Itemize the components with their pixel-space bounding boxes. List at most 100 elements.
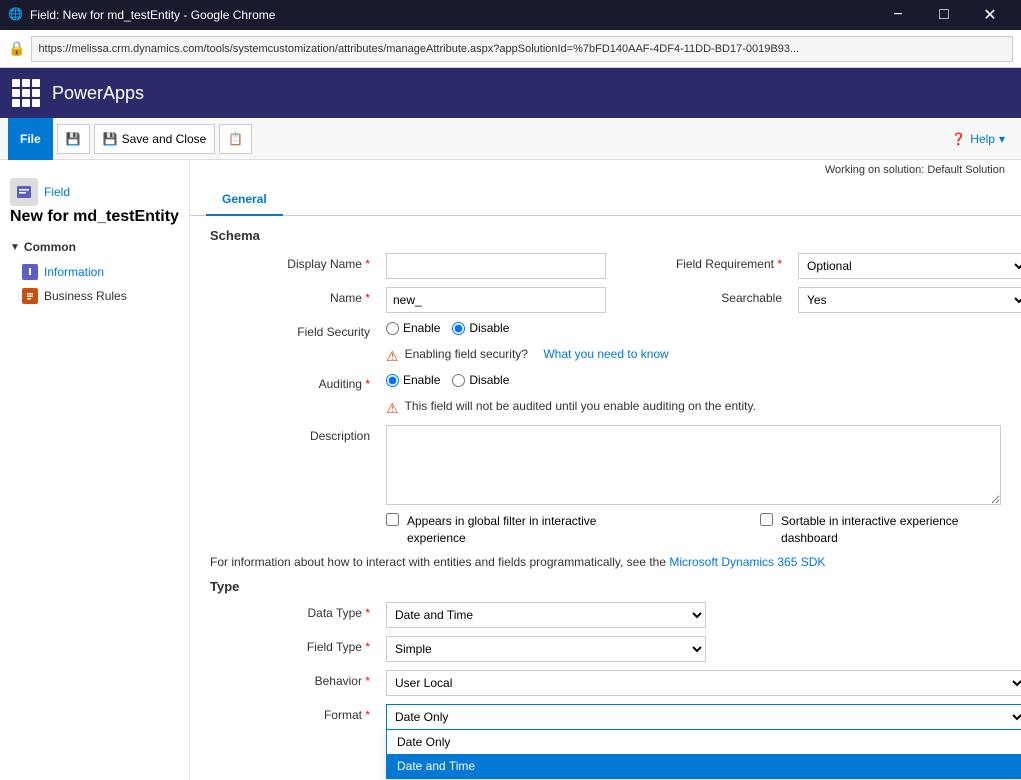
file-tab[interactable]: File	[8, 118, 53, 160]
description-row: Description	[210, 425, 1001, 505]
searchable-field: Yes No	[798, 287, 1021, 313]
app-name: PowerApps	[52, 83, 144, 104]
triangle-icon: ▼	[10, 242, 20, 253]
toolbar: File 💾 💾 Save and Close 📋 ❓ Help ▾	[0, 118, 1021, 160]
sortable-checkbox[interactable]	[760, 513, 773, 526]
field-requirement-field: Optional Business Recommended Business R…	[798, 253, 1021, 279]
global-filter-item: Appears in global filter in interactive …	[386, 513, 640, 547]
field-security-field: Enable Disable	[386, 321, 1001, 335]
window-title: Field: New for md_testEntity - Google Ch…	[30, 8, 875, 22]
save-disk-icon: 💾	[66, 132, 81, 146]
display-name-input[interactable]	[386, 253, 606, 279]
lock-icon: 🔒	[8, 40, 25, 57]
help-icon: ❓	[951, 132, 966, 146]
format-label: Format *	[210, 704, 370, 722]
data-type-select[interactable]: Date and Time Single Line of Text Whole …	[386, 602, 706, 628]
dropdown-item-date-only[interactable]: Date Only	[387, 730, 1021, 754]
global-filter-checkbox[interactable]	[386, 513, 399, 526]
display-name-label: Display Name *	[210, 253, 370, 271]
field-requirement-select[interactable]: Optional Business Recommended Business R…	[798, 253, 1021, 279]
field-type-label: Field Type *	[210, 636, 370, 654]
searchable-select[interactable]: Yes No	[798, 287, 1021, 313]
form-body: Schema Display Name * Field Requirement …	[190, 216, 1021, 780]
main-area: Field New for md_testEntity ▼ Common Inf…	[0, 160, 1021, 780]
behavior-select[interactable]: User Local Date Only Time Zone Independe…	[386, 670, 1021, 696]
field-security-row: Field Security Enable Disable	[210, 321, 1001, 339]
format-row: Format * Date Only Date and Time Date On…	[210, 704, 1001, 730]
tab-general[interactable]: General	[206, 184, 283, 216]
description-label: Description	[210, 425, 370, 443]
sidebar-item-business-rules[interactable]: Business Rules	[0, 284, 189, 308]
field-security-disable-radio[interactable]	[452, 322, 465, 335]
name-label: Name *	[210, 287, 370, 305]
sidebar-section-common[interactable]: ▼ Common	[0, 234, 189, 260]
entity-icon	[10, 178, 38, 206]
display-name-row: Display Name * Field Requirement * Optio…	[210, 253, 1001, 279]
format-dropdown-menu: Date Only Date and Time	[386, 730, 1021, 779]
close-button[interactable]: ✕	[967, 0, 1013, 30]
chrome-icon: 🌐	[8, 7, 24, 23]
format-select[interactable]: Date Only Date and Time	[386, 704, 1021, 730]
type-section-header: Type	[210, 579, 1001, 594]
waffle-icon[interactable]	[12, 79, 40, 107]
field-security-link[interactable]: What you need to know	[543, 347, 668, 361]
name-row: Name * Searchable Yes No	[210, 287, 1001, 313]
sortable-label: Sortable in interactive experience dashb…	[781, 513, 1001, 547]
save-close-icon: 💾	[103, 132, 118, 146]
field-security-label: Field Security	[210, 321, 370, 339]
info-link-row: For information about how to interact wi…	[210, 555, 1001, 569]
auditing-warn-row: ⚠ This field will not be audited until y…	[386, 399, 1001, 417]
field-breadcrumb[interactable]: Field	[44, 185, 70, 199]
name-input[interactable]	[386, 287, 606, 313]
field-type-field: Simple	[386, 636, 1001, 662]
behavior-row: Behavior * User Local Date Only Time Zon…	[210, 670, 1001, 696]
field-security-warn-icon: ⚠	[386, 348, 399, 365]
auditing-disable-label[interactable]: Disable	[452, 373, 509, 387]
help-button[interactable]: ❓ Help ▾	[943, 128, 1013, 150]
working-solution: Working on solution: Default Solution	[825, 160, 1005, 180]
auditing-enable-label[interactable]: Enable	[386, 373, 440, 387]
auditing-field: Enable Disable	[386, 373, 1001, 387]
searchable-label: Searchable	[622, 287, 782, 305]
address-input[interactable]	[31, 36, 1013, 62]
field-security-enable-radio[interactable]	[386, 322, 399, 335]
description-field	[386, 425, 1001, 505]
data-type-field: Date and Time Single Line of Text Whole …	[386, 602, 1001, 628]
auditing-radio-group: Enable Disable	[386, 373, 509, 387]
auditing-disable-radio[interactable]	[452, 374, 465, 387]
display-name-field	[386, 253, 606, 279]
name-field	[386, 287, 606, 313]
dropdown-item-date-time[interactable]: Date and Time	[387, 754, 1021, 778]
auditing-enable-radio[interactable]	[386, 374, 399, 387]
display-name-required: *	[365, 257, 370, 271]
field-requirement-label: Field Requirement *	[622, 253, 782, 271]
save-icon[interactable]: 💾	[57, 124, 90, 154]
behavior-label: Behavior *	[210, 670, 370, 688]
field-security-disable-label[interactable]: Disable	[452, 321, 509, 335]
title-bar: 🌐 Field: New for md_testEntity - Google …	[0, 0, 1021, 30]
auditing-row: Auditing * Enable Disable	[210, 373, 1001, 391]
extra-button[interactable]: 📋	[219, 124, 252, 154]
sidebar-item-information[interactable]: Information	[0, 260, 189, 284]
extra-icon: 📋	[228, 132, 243, 146]
auditing-warn-icon: ⚠	[386, 400, 399, 417]
format-field: Date Only Date and Time Date Only Date a…	[386, 704, 1021, 730]
save-close-button[interactable]: 💾 Save and Close	[94, 124, 216, 154]
sidebar: Field New for md_testEntity ▼ Common Inf…	[0, 160, 190, 780]
maximize-button[interactable]: □	[921, 0, 967, 30]
information-icon	[22, 264, 38, 280]
minimize-button[interactable]: −	[875, 0, 921, 30]
sortable-item: Sortable in interactive experience dashb…	[760, 513, 1001, 547]
field-type-select[interactable]: Simple	[386, 636, 706, 662]
behavior-field: User Local Date Only Time Zone Independe…	[386, 670, 1021, 696]
field-security-radio-group: Enable Disable	[386, 321, 509, 335]
description-textarea[interactable]	[386, 425, 1001, 505]
tab-bar: General	[190, 184, 1021, 216]
field-security-enable-label[interactable]: Enable	[386, 321, 440, 335]
field-security-warn-row: ⚠ Enabling field security? What you need…	[386, 347, 1001, 365]
data-type-label: Data Type *	[210, 602, 370, 620]
app-header: PowerApps	[0, 68, 1021, 118]
format-dropdown-container: Date Only Date and Time Date Only Date a…	[386, 704, 1021, 730]
sdk-link[interactable]: Microsoft Dynamics 365 SDK	[669, 555, 825, 569]
address-bar: 🔒	[0, 30, 1021, 68]
